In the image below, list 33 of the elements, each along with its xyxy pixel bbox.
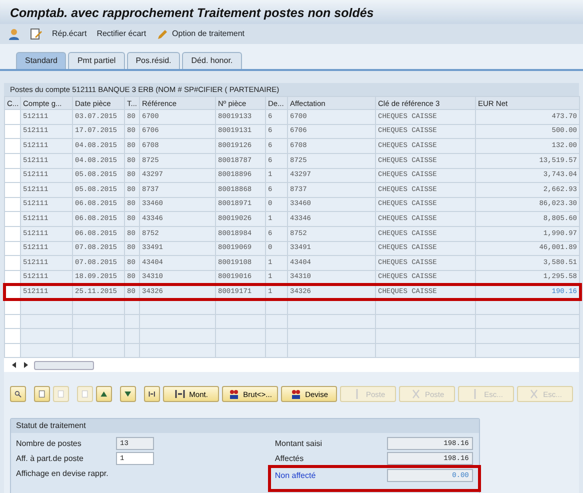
pencil-icon xyxy=(156,28,168,40)
person-icon[interactable] xyxy=(8,28,20,40)
scrollbar-thumb[interactable] xyxy=(34,360,94,370)
field-label: Affichage en devise rappr. xyxy=(16,468,110,480)
tab[interactable]: Pmt partiel xyxy=(68,52,125,69)
document-icon xyxy=(81,388,89,400)
edit-icon[interactable] xyxy=(30,28,42,40)
search-icon xyxy=(14,388,22,400)
icon-button[interactable] xyxy=(144,386,160,402)
field-label: Aff. à part.de poste xyxy=(16,452,84,465)
document-icon xyxy=(56,388,65,400)
icon-button[interactable] xyxy=(96,386,112,402)
field-label: Nombre de postes xyxy=(16,438,82,450)
row-selector[interactable] xyxy=(4,284,20,300)
scroll-right-icon[interactable] xyxy=(22,360,30,370)
field-label: Affectés xyxy=(274,452,305,465)
bracket-icon xyxy=(174,388,186,400)
people-icon xyxy=(228,388,240,400)
group-title: Statut de traitement xyxy=(11,419,479,434)
toolbar-button[interactable]: Option de traitement xyxy=(156,28,245,40)
tab[interactable]: Standard xyxy=(16,52,66,69)
field-label: Montant saisi xyxy=(274,438,324,450)
icon-button[interactable] xyxy=(10,386,26,402)
people-icon xyxy=(290,388,302,400)
toolbar-button[interactable]: Rép.écart xyxy=(52,28,87,40)
link[interactable]: Non affecté xyxy=(274,470,387,482)
tab[interactable]: Déd. honor. xyxy=(182,52,242,69)
scroll-left-icon[interactable] xyxy=(10,360,18,370)
tab[interactable]: Pos.résid. xyxy=(126,52,180,69)
icon-button[interactable] xyxy=(120,386,136,402)
window-title: Comptab. avec rapprochement Traitement postes non soldés xyxy=(0,0,583,24)
toolbar-button[interactable]: Rectifier écart xyxy=(96,28,146,40)
document-icon xyxy=(38,388,46,400)
